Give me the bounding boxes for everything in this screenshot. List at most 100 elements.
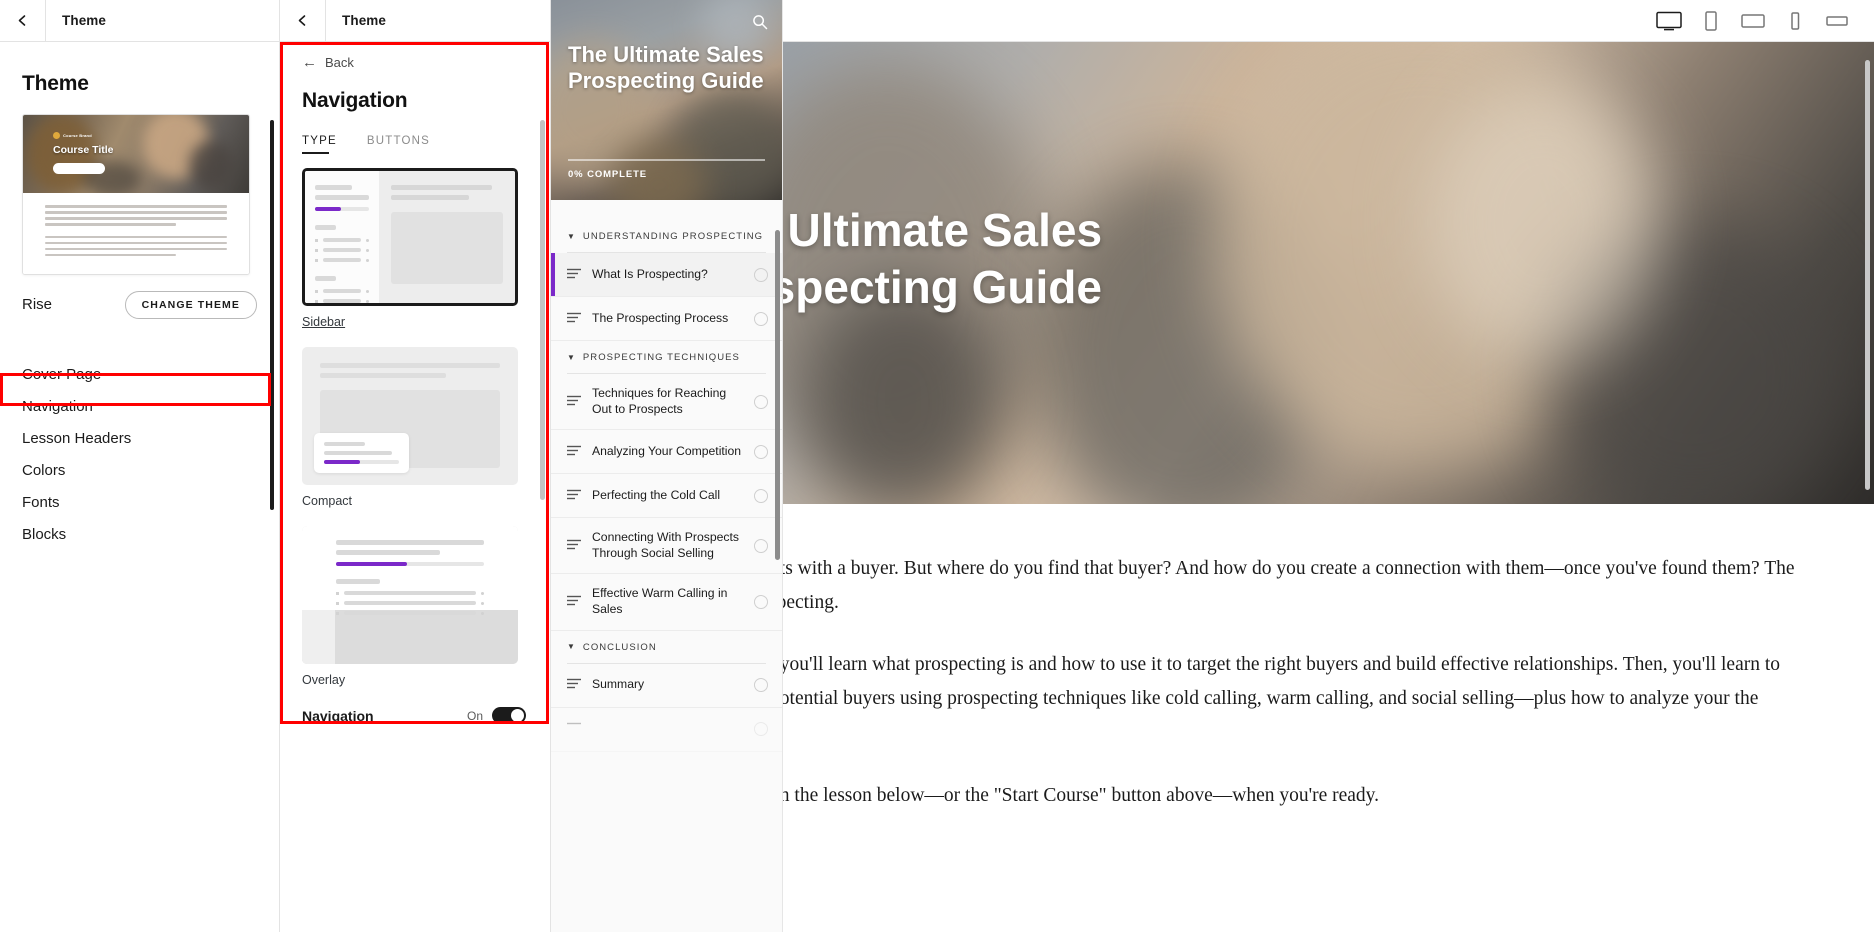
compact-thumb-card [314,433,409,473]
preview-topbar [783,0,1874,42]
outline-item-analyzing-your-competition[interactable]: Analyzing Your Competition [551,430,782,474]
arrow-left-icon: ← [302,55,317,70]
completion-circle-icon[interactable] [754,489,768,503]
navigation-toggle-row: Navigation On [302,707,528,724]
theme-preview-image: Course Brand Course Title [23,115,249,193]
outline-group-title: CONCLUSION [583,642,657,653]
nav-type-label-compact: Compact [302,494,528,508]
outline-item-partial[interactable] [551,708,782,752]
outline-progress-track [568,159,765,161]
outline-course-title: The Ultimate Sales Prospecting Guide [568,42,766,94]
theme-preview-card[interactable]: Course Brand Course Title [22,114,250,275]
outline-group-title: PROSPECTING TECHNIQUES [583,352,740,363]
theme-card-title: Course Title [53,144,114,156]
nav-type-option-compact[interactable]: Compact [302,347,528,508]
outline-list: ▼ UNDERSTANDING PROSPECTING What Is Pros… [551,200,782,752]
back-link[interactable]: ← Back [302,55,528,70]
back-chevron-icon[interactable] [0,0,46,41]
lesson-icon [567,266,581,284]
theme-item-lesson-headers[interactable]: Lesson Headers [22,423,257,455]
lesson-icon [567,720,581,738]
completion-circle-icon[interactable] [754,595,768,609]
outline-item-effective-warm-calling[interactable]: Effective Warm Calling in Sales [551,574,782,630]
change-theme-button[interactable]: CHANGE THEME [125,291,257,319]
lesson-icon [567,537,581,555]
completion-circle-icon[interactable] [754,539,768,553]
preview-paragraph-1: Every sale starts with a buyer. But wher… [783,552,1825,620]
sidebar-thumb-main [379,171,516,303]
outline-item-label: Analyzing Your Competition [592,444,743,460]
navigation-panel-scrollbar[interactable] [540,120,545,500]
theme-panel-topbar: Theme [0,0,279,42]
navigation-heading: Navigation [302,89,528,113]
outline-scrollbar[interactable] [775,230,780,560]
lesson-icon [567,393,581,411]
outline-item-label: The Prospecting Process [592,311,743,327]
preview-hero-title: The Ultimate Sales Prospecting Guide [783,202,1102,316]
theme-panel: Theme Theme Course Brand Course Title [0,0,280,932]
tab-type[interactable]: TYPE [302,135,337,154]
nav-type-option-sidebar[interactable]: Sidebar [302,168,528,329]
tab-buttons[interactable]: BUTTONS [367,135,430,154]
outline-item-summary[interactable]: Summary [551,664,782,708]
navigation-toggle-switch[interactable] [492,707,526,724]
completion-circle-icon[interactable] [754,722,768,736]
lesson-icon [567,593,581,611]
navigation-panel-title: Theme [326,13,386,28]
theme-card-logo: Course Brand [53,132,92,139]
overlay-thumb-bottom [302,610,518,664]
overlay-thumbnail[interactable] [302,526,518,664]
theme-item-navigation[interactable]: Navigation [22,391,257,423]
course-preview: The Ultimate Sales Prospecting Guide Eve… [783,0,1874,932]
navigation-back-chevron-icon[interactable] [280,0,326,41]
device-tablet-portrait-button[interactable] [1694,6,1728,36]
compact-thumbnail[interactable] [302,347,518,485]
outline-item-the-prospecting-process[interactable]: The Prospecting Process [551,297,782,341]
preview-scrollbar[interactable] [1865,60,1870,490]
theme-item-blocks[interactable]: Blocks [22,519,257,551]
theme-panel-body: Theme Course Brand Course Title [0,72,279,551]
preview-paragraph-3: Get started with the lesson below—or the… [783,779,1825,813]
search-icon[interactable] [752,14,768,35]
sidebar-thumb-side [305,171,379,303]
navigation-toggle-control: On [467,707,526,724]
theme-panel-scrollbar[interactable] [270,120,274,510]
outline-item-label: Effective Warm Calling in Sales [592,586,743,617]
lesson-icon [567,310,581,328]
outline-group-header[interactable]: ▼ CONCLUSION [551,631,782,663]
outline-item-perfecting-the-cold-call[interactable]: Perfecting the Cold Call [551,474,782,518]
device-phone-landscape-button[interactable] [1820,6,1854,36]
back-link-label: Back [325,55,354,70]
outline-item-techniques-for-reaching-out[interactable]: Techniques for Reaching Out to Prospects [551,374,782,430]
theme-item-colors[interactable]: Colors [22,455,257,487]
nav-type-option-overlay[interactable]: Overlay [302,526,528,687]
theme-heading: Theme [22,72,257,96]
nav-type-label-overlay: Overlay [302,673,528,687]
preview-paragraph-2: In this course, you'll learn what prospe… [783,648,1825,750]
chevron-down-icon: ▼ [567,233,575,241]
completion-circle-icon[interactable] [754,268,768,282]
completion-circle-icon[interactable] [754,678,768,692]
theme-panel-title: Theme [46,13,106,28]
preview-hero-image: The Ultimate Sales Prospecting Guide [783,42,1874,504]
overlay-thumb-sheet [302,526,518,610]
completion-circle-icon[interactable] [754,312,768,326]
lesson-icon [567,676,581,694]
navigation-toggle-state: On [467,709,483,723]
device-desktop-button[interactable] [1652,6,1686,36]
completion-circle-icon[interactable] [754,395,768,409]
course-outline-sidebar: The Ultimate Sales Prospecting Guide 0% … [551,0,783,932]
outline-group-header[interactable]: ▼ PROSPECTING TECHNIQUES [551,341,782,373]
sidebar-thumbnail[interactable] [302,168,518,306]
device-tablet-landscape-button[interactable] [1736,6,1770,36]
navigation-panel-topbar: Theme [280,0,550,42]
theme-item-cover-page[interactable]: Cover Page [22,359,257,391]
theme-item-fonts[interactable]: Fonts [22,487,257,519]
theme-card-text-preview [23,193,249,274]
outline-item-what-is-prospecting[interactable]: What Is Prospecting? [551,253,782,297]
completion-circle-icon[interactable] [754,445,768,459]
device-phone-portrait-button[interactable] [1778,6,1812,36]
outline-item-connecting-with-prospects[interactable]: Connecting With Prospects Through Social… [551,518,782,574]
outline-group-header[interactable]: ▼ UNDERSTANDING PROSPECTING [551,220,782,252]
theme-name: Rise [22,296,52,313]
